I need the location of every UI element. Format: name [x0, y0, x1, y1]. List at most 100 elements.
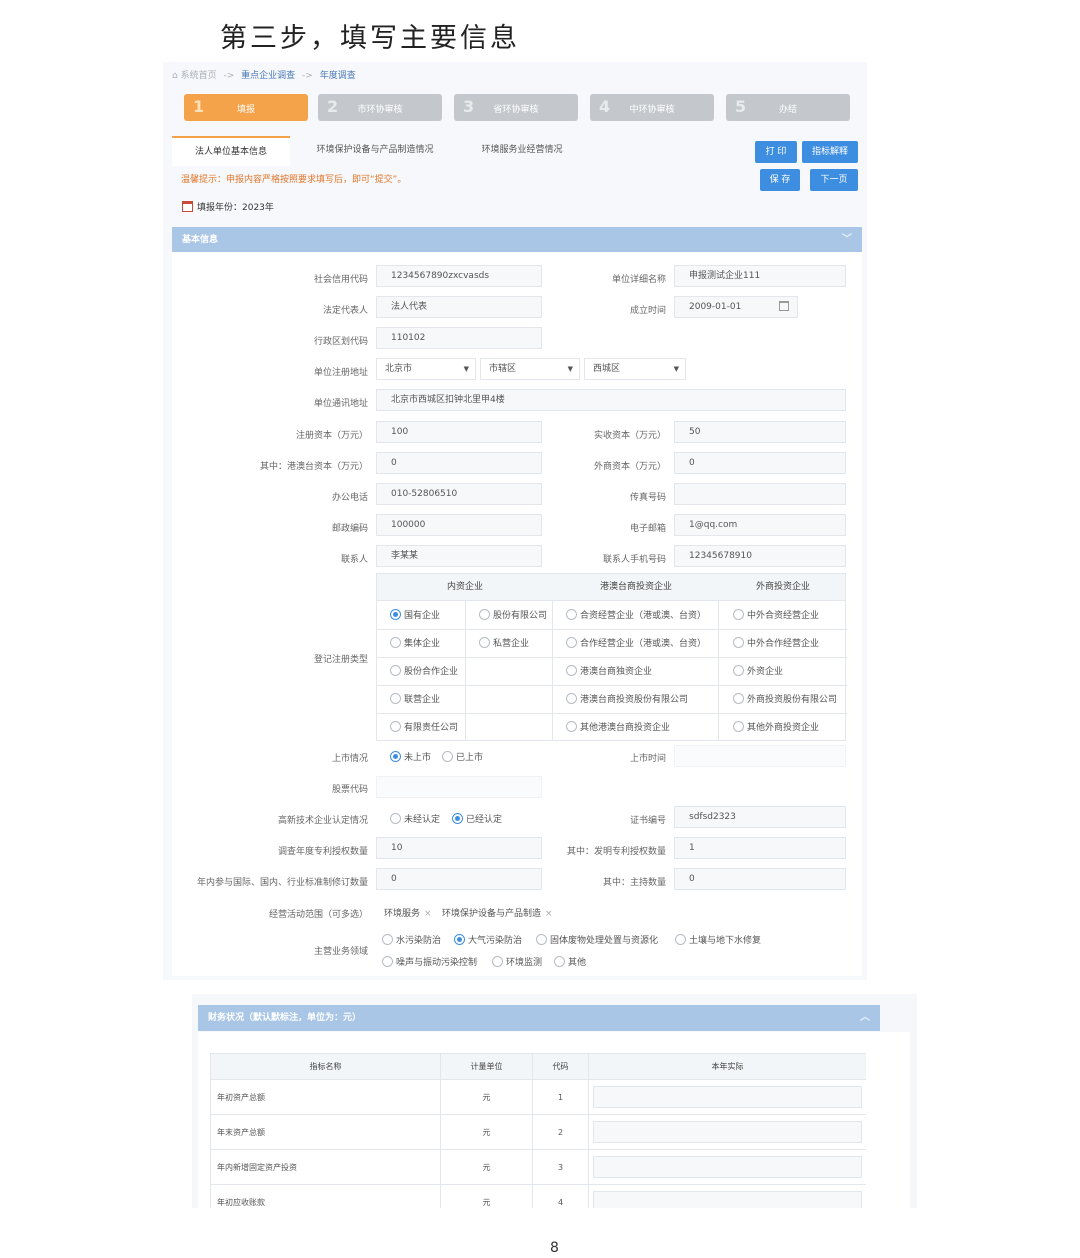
radio-icon[interactable]	[479, 609, 490, 620]
radio-icon[interactable]	[390, 693, 401, 704]
district-select[interactable]: 西城区 ▼	[584, 358, 686, 380]
invention-patents-input[interactable]: 1	[674, 837, 846, 859]
next-page-button[interactable]: 下一页	[810, 169, 858, 191]
radio-hmt-4[interactable]: 其他港澳台商投资企业	[566, 720, 670, 733]
radio-icon[interactable]	[566, 609, 577, 620]
found-date-input[interactable]: 2009-01-01	[674, 296, 798, 318]
radio-hmt-0[interactable]: 合资经营企业（港或澳、台资）	[566, 608, 706, 621]
radio-icon[interactable]	[390, 813, 401, 824]
close-icon[interactable]: ×	[545, 909, 553, 919]
radio-icon[interactable]	[733, 693, 744, 704]
tab-equipment[interactable]: 环境保护设备与产品制造情况	[296, 136, 454, 166]
radio-checked-icon[interactable]	[390, 751, 401, 762]
standards-input[interactable]: 0	[376, 868, 542, 890]
contact-mobile-input[interactable]: 12345678910	[674, 545, 846, 567]
radio-icon[interactable]	[536, 934, 547, 945]
radio-icon[interactable]	[442, 751, 453, 762]
radio-icon[interactable]	[675, 934, 686, 945]
mail-address-input[interactable]: 北京市西城区扣钟北里甲4楼	[376, 389, 846, 411]
cert-no-input[interactable]: sdfsd2323	[674, 806, 846, 828]
radio-foreign-0[interactable]: 中外合资经营企业	[733, 608, 819, 621]
paid-capital-input[interactable]: 50	[674, 421, 846, 443]
radio-icon[interactable]	[390, 637, 401, 648]
email-input[interactable]: 1@qq.com	[674, 514, 846, 536]
step-2[interactable]: 2 市环协审核	[318, 94, 442, 121]
step-5[interactable]: 5 办结	[726, 94, 850, 121]
radio-hitech-no[interactable]: 未经认定	[390, 812, 440, 825]
radio-not-listed[interactable]: 未上市	[390, 750, 431, 763]
indicator-explain-button[interactable]: 指标解释	[802, 141, 858, 163]
print-button[interactable]: 打 印	[755, 141, 797, 163]
actual-input[interactable]	[593, 1086, 862, 1108]
save-button[interactable]: 保 存	[760, 169, 800, 191]
region-code-input[interactable]: 110102	[376, 327, 542, 349]
finance-header[interactable]: 财务状况（默认默标注，单位为：元） ︿	[198, 1005, 880, 1031]
step-1[interactable]: 1 填报	[184, 94, 308, 121]
radio-field-noise[interactable]: 噪声与振动污染控制	[382, 955, 477, 968]
hmt-capital-input[interactable]: 0	[376, 452, 542, 474]
radio-domestic-2[interactable]: 股份合作企业	[390, 664, 458, 677]
breadcrumb-level1[interactable]: 重点企业调查	[241, 71, 295, 81]
chevron-down-icon[interactable]: ﹀	[842, 227, 852, 253]
radio-field-soil[interactable]: 土壤与地下水修复	[675, 933, 761, 946]
step-4[interactable]: 4 中环协审核	[590, 94, 714, 121]
contact-input[interactable]: 李某某	[376, 545, 542, 567]
actual-input[interactable]	[593, 1156, 862, 1178]
radio-checked-icon[interactable]	[454, 934, 465, 945]
patents-input[interactable]: 10	[376, 837, 542, 859]
radio-icon[interactable]	[554, 956, 565, 967]
tab-basic-info[interactable]: 法人单位基本信息	[172, 136, 290, 166]
radio-field-water[interactable]: 水污染防治	[382, 933, 441, 946]
breadcrumb-home[interactable]: 系统首页	[181, 71, 217, 81]
office-phone-input[interactable]: 010-52806510	[376, 483, 542, 505]
basic-info-header[interactable]: 基本信息 ﹀	[172, 227, 862, 253]
radio-domestic-4[interactable]: 有限责任公司	[390, 720, 458, 733]
radio-icon[interactable]	[382, 956, 393, 967]
fax-input[interactable]	[674, 483, 846, 505]
radio-icon[interactable]	[566, 665, 577, 676]
radio-foreign-3[interactable]: 外商投资股份有限公司	[733, 692, 837, 705]
radio-icon[interactable]	[733, 721, 744, 732]
unit-name-input[interactable]: 申报测试企业111	[674, 265, 846, 287]
radio-field-monitor[interactable]: 环境监测	[492, 955, 542, 968]
city-select[interactable]: 市辖区 ▼	[480, 358, 580, 380]
radio-checked-icon[interactable]	[390, 609, 401, 620]
radio-icon[interactable]	[492, 956, 503, 967]
radio-checked-icon[interactable]	[452, 813, 463, 824]
radio-hmt-1[interactable]: 合作经营企业（港或澳、台资）	[566, 636, 706, 649]
radio-icon[interactable]	[733, 665, 744, 676]
tab-service[interactable]: 环境服务业经营情况	[462, 136, 582, 166]
actual-input[interactable]	[593, 1121, 862, 1143]
radio-icon[interactable]	[390, 721, 401, 732]
radio-foreign-4[interactable]: 其他外商投资企业	[733, 720, 819, 733]
credit-code-input[interactable]: 1234567890zxcvasds	[376, 265, 542, 287]
reg-capital-input[interactable]: 100	[376, 421, 542, 443]
scope-tag-equipment[interactable]: 环境保护设备与产品制造 ×	[442, 906, 553, 919]
legal-rep-input[interactable]: 法人代表	[376, 296, 542, 318]
radio-foreign-2[interactable]: 外资企业	[733, 664, 783, 677]
radio-hitech-yes[interactable]: 已经认定	[452, 812, 502, 825]
radio-domestic-5[interactable]: 股份有限公司	[479, 608, 547, 621]
province-select[interactable]: 北京市 ▼	[376, 358, 476, 380]
calendar-icon[interactable]	[779, 301, 789, 311]
close-icon[interactable]: ×	[424, 909, 432, 919]
radio-field-air[interactable]: 大气污染防治	[454, 933, 522, 946]
radio-domestic-0[interactable]: 国有企业	[390, 608, 440, 621]
scope-tag-service[interactable]: 环境服务 ×	[384, 906, 432, 919]
radio-listed[interactable]: 已上市	[442, 750, 483, 763]
radio-field-solid[interactable]: 固体废物处理处置与资源化	[536, 933, 658, 946]
step-3[interactable]: 3 省环协审核	[454, 94, 578, 121]
radio-foreign-1[interactable]: 中外合作经营企业	[733, 636, 819, 649]
radio-icon[interactable]	[566, 637, 577, 648]
radio-icon[interactable]	[566, 721, 577, 732]
radio-hmt-3[interactable]: 港澳台商投资股份有限公司	[566, 692, 688, 705]
foreign-capital-input[interactable]: 0	[674, 452, 846, 474]
radio-domestic-6[interactable]: 私营企业	[479, 636, 529, 649]
radio-icon[interactable]	[733, 609, 744, 620]
radio-hmt-2[interactable]: 港澳台商独资企业	[566, 664, 652, 677]
radio-icon[interactable]	[479, 637, 490, 648]
breadcrumb-level2[interactable]: 年度调查	[320, 71, 356, 81]
radio-field-other[interactable]: 其他	[554, 955, 586, 968]
radio-domestic-1[interactable]: 集体企业	[390, 636, 440, 649]
postcode-input[interactable]: 100000	[376, 514, 542, 536]
